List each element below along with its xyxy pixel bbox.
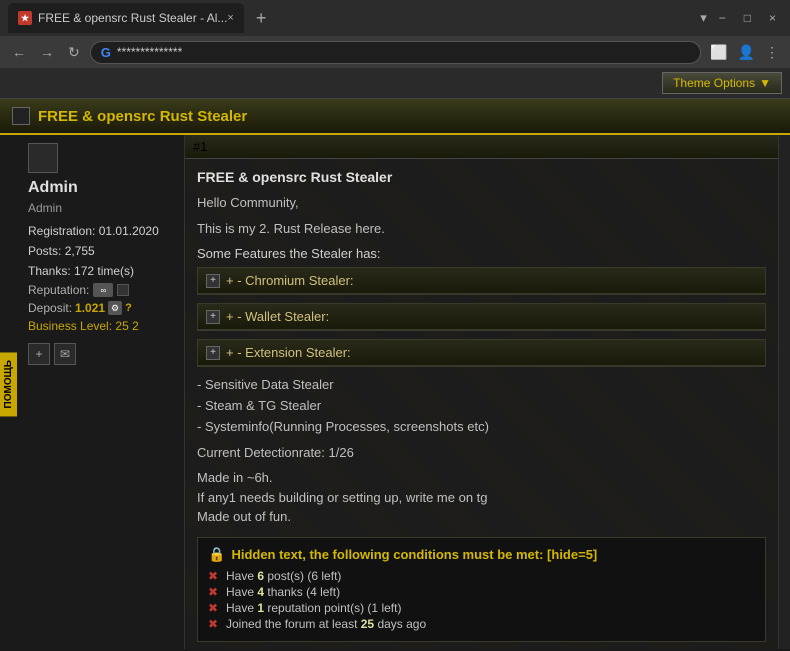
registration-stat: Registration: 01.01.2020 bbox=[28, 224, 176, 238]
hidden-cond-3: ✖ Have 1 reputation point(s) (1 left) bbox=[208, 601, 755, 615]
close-window-button[interactable]: × bbox=[763, 9, 782, 27]
hidden-cond-2: ✖ Have 4 thanks (4 left) bbox=[208, 585, 755, 599]
new-tab-button[interactable]: + bbox=[248, 8, 275, 29]
minimize-button[interactable]: − bbox=[713, 9, 732, 27]
deposit-settings-icon[interactable]: ⚙ bbox=[108, 301, 122, 315]
feature-list: - Sensitive Data Stealer - Steam & TG St… bbox=[197, 375, 766, 437]
favicon-icon: ★ bbox=[18, 11, 32, 25]
hidden-cond-4: ✖ Joined the forum at least 25 days ago bbox=[208, 617, 755, 631]
user-role: Admin bbox=[28, 201, 176, 215]
theme-options-button[interactable]: Theme Options ▼ bbox=[662, 72, 782, 94]
expand-icon[interactable]: + bbox=[206, 310, 220, 324]
maximize-button[interactable]: □ bbox=[738, 9, 757, 27]
forum-icon bbox=[12, 107, 30, 125]
made-line-3: Made out of fun. bbox=[197, 507, 766, 527]
feature-item-2: - Steam & TG Stealer bbox=[197, 396, 766, 417]
address-bar[interactable]: G ************** bbox=[90, 41, 701, 64]
wallet-label: + - Wallet Stealer: bbox=[226, 309, 329, 324]
browser-actions: ⬜ 👤 ⋮ bbox=[707, 42, 782, 63]
deposit-stat: Deposit: 1.021 ⚙ ? bbox=[28, 301, 176, 315]
hidden-box-1: 🔒 Hidden text, the following conditions … bbox=[197, 537, 766, 642]
posts-stat: Posts: 2,755 bbox=[28, 244, 176, 258]
address-bar-row: ← → ↻ G ************** ⬜ 👤 ⋮ bbox=[0, 36, 790, 68]
made-line-1: Made in ~6h. bbox=[197, 468, 766, 488]
account-button[interactable]: 👤 bbox=[735, 42, 758, 63]
post-title: FREE & opensrc Rust Stealer bbox=[197, 169, 766, 185]
feature-item-1: - Sensitive Data Stealer bbox=[197, 375, 766, 396]
reputation-stat: Reputation: ∞ bbox=[28, 283, 176, 297]
hidden-box-1-title: 🔒 Hidden text, the following conditions … bbox=[208, 546, 755, 563]
forward-button[interactable]: → bbox=[36, 42, 58, 62]
post-content-area: #1 FREE & opensrc Rust Stealer Hello Com… bbox=[185, 135, 778, 649]
x-icon-2: ✖ bbox=[208, 585, 222, 599]
add-button[interactable]: + bbox=[28, 343, 50, 365]
post-greeting: Hello Community, This is my 2. Rust Rele… bbox=[197, 193, 766, 238]
x-icon-1: ✖ bbox=[208, 569, 222, 583]
wallet-stealer-box: + + - Wallet Stealer: bbox=[197, 303, 766, 331]
chevron-down-icon: ▾ bbox=[700, 10, 707, 26]
reputation-icon: ∞ bbox=[93, 283, 113, 297]
hidden-icon-1: 🔒 bbox=[208, 546, 225, 563]
google-icon: G bbox=[101, 45, 111, 60]
deposit-question-icon[interactable]: ? bbox=[125, 302, 132, 314]
extension-stealer-box: + + - Extension Stealer: bbox=[197, 339, 766, 367]
extension-stealer-header[interactable]: + + - Extension Stealer: bbox=[198, 340, 765, 366]
features-intro: Some Features the Stealer has: bbox=[197, 246, 766, 261]
business-level-stat: Business Level: 25 2 bbox=[28, 319, 176, 333]
forum-title: FREE & opensrc Rust Stealer bbox=[38, 108, 247, 125]
avatar bbox=[28, 143, 58, 173]
browser-window: ★ FREE & opensrc Rust Stealer - Al... × … bbox=[0, 0, 790, 68]
user-sidebar: Admin Admin Registration: 01.01.2020 Pos… bbox=[20, 135, 185, 649]
forum-header: FREE & opensrc Rust Stealer bbox=[0, 99, 790, 135]
made-text: Made in ~6h. If any1 needs building or s… bbox=[197, 468, 766, 527]
deposit-value: 1.021 bbox=[75, 301, 105, 315]
feature-item-3: - Systeminfo(Running Processes, screensh… bbox=[197, 417, 766, 438]
reload-button[interactable]: ↻ bbox=[64, 42, 84, 63]
close-tab-button[interactable]: × bbox=[227, 12, 233, 24]
reputation-edit-icon[interactable] bbox=[117, 284, 129, 296]
forum-body: ПОМОЩЬ Admin Admin Registration: 01.01.2… bbox=[0, 135, 790, 649]
thanks-stat: Thanks: 172 time(s) bbox=[28, 264, 176, 278]
detection-rate: Current Detectionrate: 1/26 bbox=[197, 445, 766, 460]
titlebar: ★ FREE & opensrc Rust Stealer - Al... × … bbox=[0, 0, 790, 36]
scrollbar[interactable] bbox=[778, 135, 790, 649]
window-controls: ▾ − □ × bbox=[700, 9, 782, 27]
expand-icon[interactable]: + bbox=[206, 274, 220, 288]
wallet-stealer-header[interactable]: + + - Wallet Stealer: bbox=[198, 304, 765, 330]
x-icon-4: ✖ bbox=[208, 617, 222, 631]
username: Admin bbox=[28, 179, 176, 197]
cast-button[interactable]: ⬜ bbox=[707, 42, 730, 63]
chromium-label: + - Chromium Stealer: bbox=[226, 273, 354, 288]
chromium-stealer-header[interactable]: + + - Chromium Stealer: bbox=[198, 268, 765, 294]
forum-page: Theme Options ▼ FREE & opensrc Rust Stea… bbox=[0, 68, 790, 649]
sidebar-action-buttons: + ✉ bbox=[28, 343, 176, 365]
made-line-2: If any1 needs building or setting up, wr… bbox=[197, 488, 766, 508]
browser-tab[interactable]: ★ FREE & opensrc Rust Stealer - Al... × bbox=[8, 3, 244, 33]
post-header: #1 bbox=[185, 135, 778, 159]
theme-options-arrow-icon: ▼ bbox=[759, 76, 771, 90]
post-number: #1 bbox=[193, 139, 207, 154]
hidden-cond-1: ✖ Have 6 post(s) (6 left) bbox=[208, 569, 755, 583]
extension-label: + - Extension Stealer: bbox=[226, 345, 351, 360]
back-button[interactable]: ← bbox=[8, 42, 30, 62]
x-icon-3: ✖ bbox=[208, 601, 222, 615]
url-text: ************** bbox=[117, 45, 182, 59]
chromium-stealer-box: + + - Chromium Stealer: bbox=[197, 267, 766, 295]
menu-button[interactable]: ⋮ bbox=[762, 42, 782, 63]
hidden-box-1-title-text: Hidden text, the following conditions mu… bbox=[231, 547, 597, 562]
post-body: FREE & opensrc Rust Stealer Hello Commun… bbox=[185, 159, 778, 649]
theme-options-label: Theme Options bbox=[673, 76, 755, 90]
help-tab-button[interactable]: ПОМОЩЬ bbox=[0, 352, 17, 416]
theme-options-bar: Theme Options ▼ bbox=[0, 68, 790, 99]
expand-icon[interactable]: + bbox=[206, 346, 220, 360]
message-button[interactable]: ✉ bbox=[54, 343, 76, 365]
tab-title: FREE & opensrc Rust Stealer - Al... bbox=[38, 11, 227, 25]
